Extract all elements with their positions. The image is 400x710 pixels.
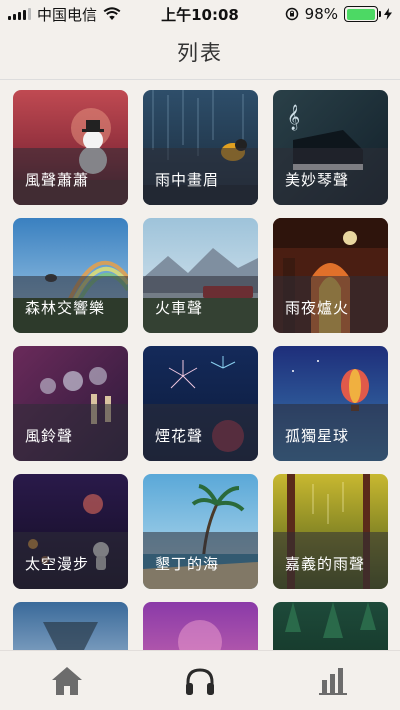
tab-listen[interactable]: [170, 656, 230, 706]
charging-bolt-icon: [384, 8, 392, 20]
sound-card-label: 風鈴聲: [25, 427, 74, 445]
sound-card[interactable]: [273, 602, 388, 650]
sound-card-label: 嘉義的雨聲: [285, 555, 366, 573]
sound-card[interactable]: 風聲蕭蕭: [13, 90, 128, 205]
battery-percent: 98%: [304, 5, 338, 23]
tab-home[interactable]: [37, 656, 97, 706]
sound-card[interactable]: 火車聲: [143, 218, 258, 333]
sound-card-label: 煙花聲: [155, 427, 204, 445]
sound-card[interactable]: 雨夜爐火: [273, 218, 388, 333]
home-icon: [51, 666, 82, 695]
wifi-icon: [103, 7, 121, 20]
sound-card[interactable]: 墾丁的海: [143, 474, 258, 589]
carrier-name: 中国电信: [37, 5, 98, 24]
sound-card[interactable]: 雨中畫眉: [143, 90, 258, 205]
signal-icon: [8, 8, 31, 20]
clock: 上午10:08: [161, 5, 239, 24]
sound-card[interactable]: 太空漫步: [13, 474, 128, 589]
sound-card[interactable]: 煙花聲: [143, 346, 258, 461]
status-right: 98%: [252, 5, 392, 23]
svg-text:𝄞: 𝄞: [287, 104, 300, 130]
sound-card-label: 火車聲: [155, 299, 204, 317]
sound-card[interactable]: [143, 602, 258, 650]
sound-card-label: 風聲蕭蕭: [25, 171, 90, 189]
sound-card-label: 雨夜爐火: [285, 299, 350, 317]
green-forest-scene-icon: [273, 602, 388, 650]
sound-card[interactable]: [13, 602, 128, 650]
sound-card-label: 雨中畫眉: [155, 171, 220, 189]
sound-card[interactable]: 森林交響樂: [13, 218, 128, 333]
tab-bar: [0, 650, 400, 710]
sound-grid: 風聲蕭蕭 雨中畫眉 𝄞 美妙琴聲 森林交響樂 火車聲 雨夜爐火 風鈴聲 煙花聲 …: [0, 80, 400, 650]
sound-card[interactable]: 𝄞 美妙琴聲: [273, 90, 388, 205]
page-title: 列表: [177, 41, 223, 65]
sound-card[interactable]: 嘉義的雨聲: [273, 474, 388, 589]
bar-chart-icon: [319, 667, 348, 695]
sound-card-label: 太空漫步: [25, 555, 90, 573]
tornado-scene-icon: [13, 602, 128, 650]
tab-stats[interactable]: [303, 656, 363, 706]
sound-card[interactable]: 風鈴聲: [13, 346, 128, 461]
battery-fill: [346, 8, 375, 20]
sound-card[interactable]: 孤獨星球: [273, 346, 388, 461]
sound-card-label: 孤獨星球: [285, 427, 350, 445]
orientation-lock-icon: [285, 7, 298, 21]
status-left: 中国电信: [8, 4, 148, 25]
headphones-icon: [185, 667, 214, 695]
purple-dusk-scene-icon: [143, 602, 258, 650]
sound-card-label: 墾丁的海: [155, 555, 220, 573]
sound-card-label: 美妙琴聲: [285, 171, 350, 189]
sound-card-label: 森林交響樂: [25, 299, 106, 317]
battery-icon: [344, 6, 381, 22]
status-bar: 中国电信 上午10:08 98%: [0, 0, 400, 28]
